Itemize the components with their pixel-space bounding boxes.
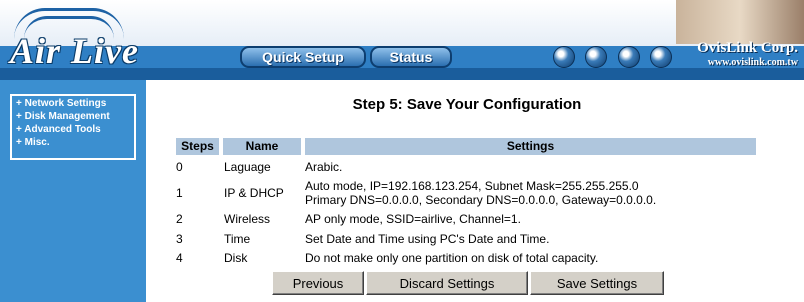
- header-banner: Air Live Quick Setup Status OvisLink Cor…: [0, 0, 804, 80]
- table-row-step: 3: [176, 232, 183, 246]
- previous-button[interactable]: Previous: [272, 271, 364, 295]
- table-row-settings: AP only mode, SSID=airlive, Channel=1.: [305, 212, 521, 226]
- table-row-name: Laguage: [224, 160, 271, 174]
- column-header-steps: Steps: [176, 138, 219, 155]
- status-button[interactable]: Status: [370, 46, 452, 68]
- quick-setup-button[interactable]: Quick Setup: [240, 46, 366, 68]
- sidebar-item-network-settings[interactable]: + Network Settings: [16, 98, 106, 109]
- table-row-step: 2: [176, 212, 183, 226]
- globe-icon: [618, 46, 640, 68]
- discard-settings-button[interactable]: Discard Settings: [366, 271, 528, 295]
- header-photo: [676, 0, 804, 44]
- column-header-settings: Settings: [305, 138, 756, 155]
- globe-icon: [553, 46, 575, 68]
- table-row-name: Disk: [224, 251, 248, 265]
- save-settings-button[interactable]: Save Settings: [530, 271, 664, 295]
- sidebar-item-disk-management[interactable]: + Disk Management: [16, 111, 110, 122]
- table-row-step: 4: [176, 251, 183, 265]
- table-row-settings: Set Date and Time using PC's Date and Ti…: [305, 232, 550, 246]
- company-name: OvisLink Corp.: [697, 40, 798, 56]
- table-row-name: Wireless: [224, 212, 271, 226]
- sidebar-menu: + Network Settings + Disk Management + A…: [10, 94, 136, 160]
- table-row-step: 0: [176, 160, 183, 174]
- airlive-logo: Air Live: [10, 31, 139, 71]
- table-row-settings-line2: Primary DNS=0.0.0.0, Secondary DNS=0.0.0…: [305, 193, 657, 207]
- table-row-name: IP & DHCP: [224, 186, 284, 200]
- globe-icon: [650, 46, 672, 68]
- table-row-step: 1: [176, 186, 183, 200]
- table-row-settings: Auto mode, IP=192.168.123.254, Subnet Ma…: [305, 179, 639, 193]
- column-header-name: Name: [223, 138, 301, 155]
- company-url: www.ovislink.com.tw: [707, 57, 798, 68]
- table-row-settings: Arabic.: [305, 160, 343, 174]
- table-row-name: Time: [224, 232, 251, 246]
- page-title: Step 5: Save Your Configuration: [352, 96, 582, 113]
- sidebar: + Network Settings + Disk Management + A…: [0, 80, 146, 302]
- globe-icon: [585, 46, 607, 68]
- sidebar-item-advanced-tools[interactable]: + Advanced Tools: [16, 124, 101, 135]
- table-row-settings: Do not make only one partition on disk o…: [305, 251, 599, 265]
- sidebar-item-misc[interactable]: + Misc.: [16, 137, 50, 148]
